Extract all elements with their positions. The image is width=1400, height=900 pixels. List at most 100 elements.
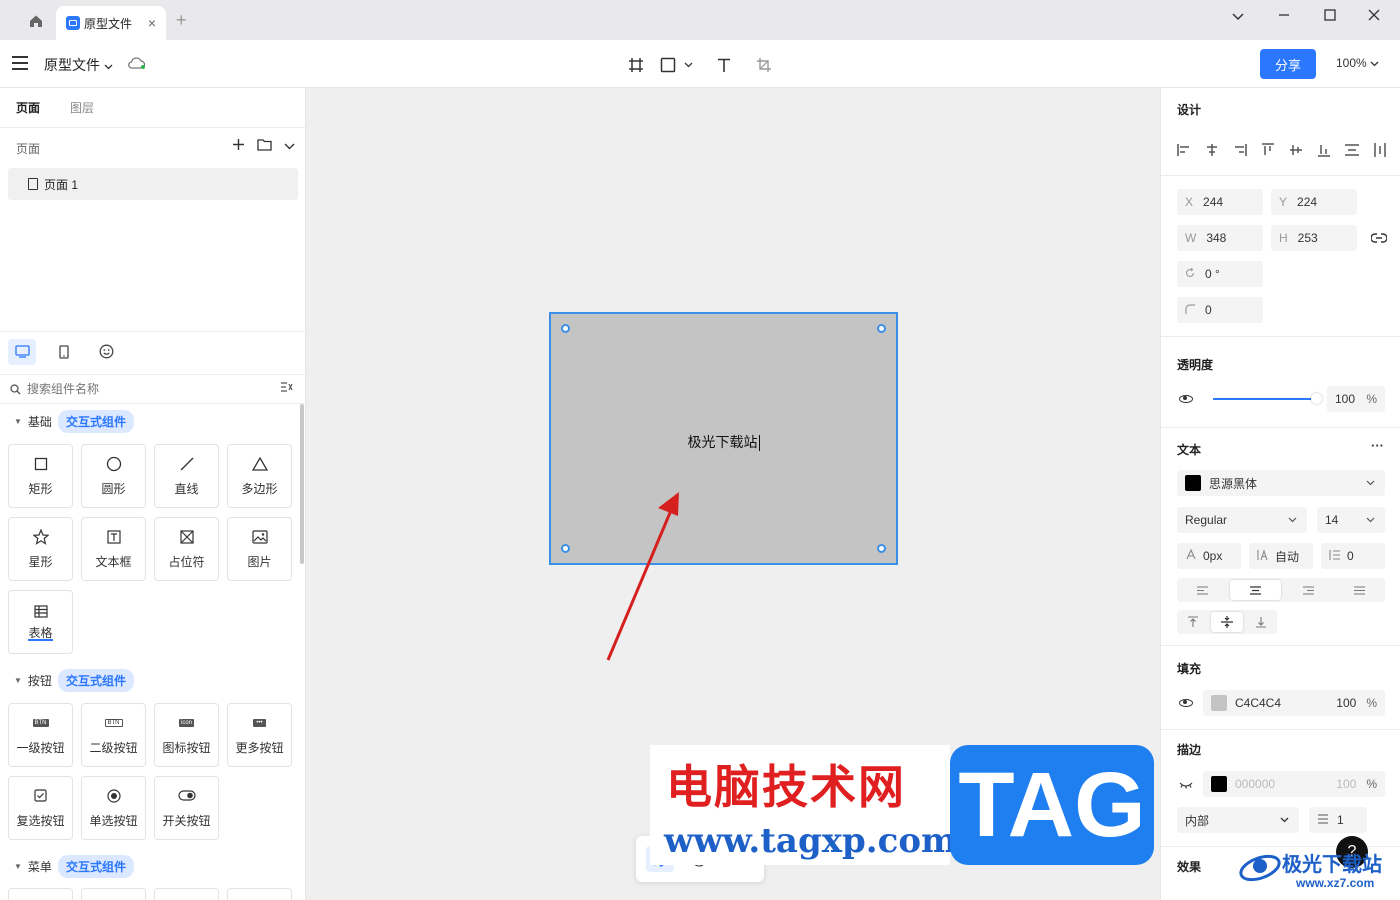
stroke-position-select[interactable]: 内部 (1177, 807, 1299, 833)
share-button[interactable]: 分享 (1260, 49, 1316, 79)
line-height-field[interactable]: 自动 (1249, 543, 1313, 569)
component-toggle-button[interactable]: 开关按钮 (154, 776, 219, 840)
component-checkbox-button[interactable]: 复选按钮 (8, 776, 73, 840)
align-left-icon[interactable] (1175, 142, 1192, 158)
stroke-color-swatch[interactable] (1211, 776, 1227, 792)
tab-close-button[interactable]: × (148, 15, 156, 31)
frame-tool-icon[interactable] (625, 54, 647, 76)
component-circle[interactable]: 圆形 (81, 444, 146, 508)
align-bottom-icon[interactable] (1315, 142, 1332, 158)
eye-icon[interactable] (1179, 395, 1193, 403)
desktop-components-tab[interactable] (8, 338, 36, 365)
stroke-color-field[interactable]: 000000 100 % (1203, 771, 1385, 797)
text-align-center-icon[interactable] (1230, 580, 1281, 600)
tab-layers[interactable]: 图层 (70, 99, 94, 116)
valign-middle-icon[interactable] (1211, 612, 1243, 632)
text-tool-icon[interactable] (713, 54, 735, 76)
zoom-dropdown[interactable]: 100% (1336, 56, 1379, 70)
mobile-components-tab[interactable] (50, 339, 78, 365)
tab-pages[interactable]: 页面 (16, 99, 40, 116)
fill-color-swatch[interactable] (1211, 695, 1227, 711)
font-family-select[interactable]: 思源黑体 (1177, 470, 1385, 496)
text-color-swatch[interactable] (1185, 475, 1201, 491)
resize-handle-bottom-right[interactable] (877, 544, 886, 553)
distribute-vertical-icon[interactable] (1343, 142, 1360, 158)
component-placeholder[interactable]: 占位符 (154, 517, 219, 581)
component-image[interactable]: 图片 (227, 517, 292, 581)
new-tab-button[interactable]: + (176, 10, 187, 31)
rectangle-text[interactable]: 极光下载站 (551, 432, 896, 452)
x-position-field[interactable]: X 244 (1177, 189, 1263, 215)
resize-handle-top-left[interactable] (561, 324, 570, 333)
file-name-dropdown[interactable]: 原型文件 (44, 55, 113, 75)
component-menu-partial[interactable] (81, 888, 146, 900)
rotation-field[interactable]: 0 ° (1177, 261, 1263, 287)
align-center-vertical-icon[interactable] (1287, 142, 1304, 158)
height-field[interactable]: H 253 (1271, 225, 1357, 251)
component-more-button[interactable]: ••• 更多按钮 (227, 703, 292, 767)
component-star[interactable]: 星形 (8, 517, 73, 581)
collapse-chevron-icon[interactable] (284, 139, 295, 153)
section-basic[interactable]: ▼ 基础 交互式组件 (14, 410, 134, 433)
maximize-button[interactable] (1318, 8, 1342, 25)
component-radio-button[interactable]: 单选按钮 (81, 776, 146, 840)
font-weight-select[interactable]: Regular (1177, 507, 1307, 533)
component-menu-partial[interactable] (8, 888, 73, 900)
align-right-icon[interactable] (1231, 142, 1248, 158)
resize-handle-bottom-left[interactable] (561, 544, 570, 553)
stroke-width-field[interactable]: 1 (1309, 807, 1367, 833)
minimize-button[interactable] (1272, 8, 1296, 25)
y-position-field[interactable]: Y 224 (1271, 189, 1357, 215)
filter-icon[interactable] (280, 382, 293, 395)
eye-hidden-icon[interactable] (1179, 778, 1193, 792)
component-rectangle[interactable]: 矩形 (8, 444, 73, 508)
opacity-slider-track[interactable] (1213, 398, 1313, 400)
fill-color-field[interactable]: C4C4C4 100 % (1203, 690, 1385, 716)
add-page-icon[interactable] (232, 138, 245, 154)
component-secondary-button[interactable]: BTN 二级按钮 (81, 703, 146, 767)
paragraph-spacing-field[interactable]: 0 (1321, 543, 1385, 569)
component-table[interactable]: 表格 (8, 590, 73, 654)
corner-radius-field[interactable]: 0 (1177, 297, 1263, 323)
section-buttons[interactable]: ▼ 按钮 交互式组件 (14, 669, 134, 692)
section-menu[interactable]: ▼ 菜单 交互式组件 (14, 855, 134, 878)
page-item[interactable]: 页面 1 (8, 168, 298, 200)
scrollbar-thumb[interactable] (300, 404, 304, 564)
text-align-left-icon[interactable] (1177, 578, 1228, 602)
component-menu-partial[interactable] (227, 888, 292, 900)
crop-tool-icon[interactable] (753, 54, 775, 76)
emoji-icons-tab[interactable] (92, 339, 120, 365)
close-window-button[interactable] (1362, 8, 1386, 25)
chevron-down-icon[interactable] (1226, 8, 1250, 25)
align-top-icon[interactable] (1259, 142, 1276, 158)
rectangle-tool-icon[interactable] (657, 54, 679, 76)
shape-dropdown-chevron-icon[interactable] (681, 54, 695, 76)
more-options-icon[interactable]: ··· (1371, 438, 1384, 453)
eye-icon[interactable] (1179, 699, 1193, 707)
valign-top-icon[interactable] (1177, 610, 1209, 634)
component-polygon[interactable]: 多边形 (227, 444, 292, 508)
hamburger-menu-icon[interactable] (12, 56, 28, 70)
resize-handle-top-right[interactable] (877, 324, 886, 333)
font-size-select[interactable]: 14 (1317, 507, 1385, 533)
component-menu-partial[interactable] (154, 888, 219, 900)
search-input[interactable] (27, 382, 267, 396)
width-field[interactable]: W 348 (1177, 225, 1263, 251)
home-button[interactable] (22, 10, 50, 32)
opacity-slider-knob[interactable] (1311, 393, 1322, 404)
link-ratio-icon[interactable] (1370, 232, 1388, 246)
component-textbox[interactable]: 文本框 (81, 517, 146, 581)
text-align-justify-icon[interactable] (1334, 578, 1385, 602)
text-align-right-icon[interactable] (1283, 578, 1334, 602)
component-primary-button[interactable]: BTN 一级按钮 (8, 703, 73, 767)
component-line[interactable]: 直线 (154, 444, 219, 508)
valign-bottom-icon[interactable] (1245, 610, 1277, 634)
cloud-sync-icon[interactable] (127, 56, 147, 70)
folder-icon[interactable] (257, 138, 272, 154)
tab-prototype-file[interactable]: 原型文件 × (56, 6, 166, 40)
component-icon-button[interactable]: icon 图标按钮 (154, 703, 219, 767)
letter-spacing-field[interactable]: 0px (1177, 543, 1241, 569)
opacity-field[interactable]: 100% (1327, 386, 1385, 412)
align-center-horizontal-icon[interactable] (1203, 142, 1220, 158)
distribute-horizontal-icon[interactable] (1371, 142, 1388, 158)
